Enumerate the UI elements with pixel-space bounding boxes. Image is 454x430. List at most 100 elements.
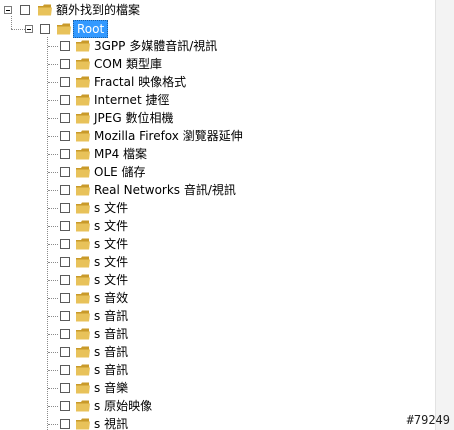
node-checkbox[interactable] bbox=[60, 221, 70, 231]
node-checkbox[interactable] bbox=[60, 131, 70, 141]
folder-icon bbox=[76, 364, 90, 376]
watermark: #79249 bbox=[406, 413, 450, 427]
node-checkbox[interactable] bbox=[60, 401, 70, 411]
tree-node-item[interactable]: s 文件 bbox=[0, 235, 420, 253]
tree-node-item[interactable]: 3GPP 多媒體音訊/視訊 bbox=[0, 37, 420, 55]
node-label: Mozilla Firefox 瀏覽器延伸 bbox=[94, 129, 243, 143]
node-checkbox[interactable] bbox=[60, 185, 70, 195]
node-label: s 文件 bbox=[94, 255, 129, 269]
tree-node-item[interactable]: s 音訊 bbox=[0, 325, 420, 343]
tree-node-item[interactable]: s 音效 bbox=[0, 289, 420, 307]
node-label: s 音訊 bbox=[94, 345, 129, 359]
node-checkbox[interactable] bbox=[60, 275, 70, 285]
node-label: Internet 捷徑 bbox=[94, 93, 170, 107]
node-label: s 原始映像 bbox=[94, 399, 153, 413]
node-label: Real Networks 音訊/視訊 bbox=[94, 183, 236, 197]
node-label: s 視訊 bbox=[94, 417, 129, 430]
node-label: COM 類型庫 bbox=[94, 57, 162, 71]
node-checkbox[interactable] bbox=[60, 329, 70, 339]
folder-icon bbox=[76, 274, 90, 286]
folder-icon bbox=[76, 202, 90, 214]
tree-node-item[interactable]: s 音訊 bbox=[0, 343, 420, 361]
node-checkbox[interactable] bbox=[60, 365, 70, 375]
tree-node-item[interactable]: COM 類型庫 bbox=[0, 55, 420, 73]
node-label: s 音樂 bbox=[94, 381, 129, 395]
folder-icon bbox=[76, 94, 90, 106]
node-label: MP4 檔案 bbox=[94, 147, 148, 161]
node-label: OLE 儲存 bbox=[94, 165, 146, 179]
node-checkbox[interactable] bbox=[60, 383, 70, 393]
folder-icon bbox=[76, 382, 90, 394]
node-label: s 文件 bbox=[94, 273, 129, 287]
tree-node-item[interactable]: OLE 儲存 bbox=[0, 163, 420, 181]
node-checkbox[interactable] bbox=[60, 419, 70, 429]
node-checkbox[interactable] bbox=[60, 257, 70, 267]
node-checkbox[interactable] bbox=[60, 41, 70, 51]
folder-icon bbox=[76, 76, 90, 88]
folder-icon bbox=[76, 418, 90, 430]
tree-node-item[interactable]: s 音訊 bbox=[0, 361, 420, 379]
node-checkbox[interactable] bbox=[60, 293, 70, 303]
node-checkbox[interactable] bbox=[60, 77, 70, 87]
node-checkbox[interactable] bbox=[40, 24, 50, 34]
node-checkbox[interactable] bbox=[60, 59, 70, 69]
tree-node-item[interactable]: JPEG 數位相機 bbox=[0, 109, 420, 127]
tree-node-item[interactable]: s 音訊 bbox=[0, 307, 420, 325]
folder-icon bbox=[76, 400, 90, 412]
node-checkbox[interactable] bbox=[60, 167, 70, 177]
vertical-scrollbar[interactable] bbox=[435, 0, 454, 430]
node-label: s 音訊 bbox=[94, 309, 129, 323]
folder-icon bbox=[76, 292, 90, 304]
folder-icon bbox=[76, 148, 90, 160]
folder-icon bbox=[76, 256, 90, 268]
node-checkbox[interactable] bbox=[60, 113, 70, 123]
folder-icon bbox=[76, 166, 90, 178]
node-label: s 音訊 bbox=[94, 327, 129, 341]
folder-icon bbox=[57, 23, 71, 35]
tree-node-item[interactable]: s 文件 bbox=[0, 271, 420, 289]
folder-icon bbox=[76, 238, 90, 250]
folder-icon bbox=[76, 58, 90, 70]
node-checkbox[interactable] bbox=[60, 239, 70, 249]
folder-icon bbox=[76, 130, 90, 142]
folder-icon bbox=[76, 310, 90, 322]
folder-icon bbox=[76, 184, 90, 196]
folder-icon bbox=[76, 40, 90, 52]
node-label: s 音訊 bbox=[94, 363, 129, 377]
node-checkbox[interactable] bbox=[60, 149, 70, 159]
tree-node-item[interactable]: s 視訊 bbox=[0, 415, 420, 430]
folder-icon bbox=[76, 346, 90, 358]
tree-node-extra-files[interactable]: 額外找到的檔案 bbox=[0, 1, 200, 19]
tree-node-item[interactable]: s 文件 bbox=[0, 199, 420, 217]
tree-node-root[interactable]: Root bbox=[0, 20, 200, 38]
collapse-toggle[interactable] bbox=[25, 25, 33, 33]
node-label: Fractal 映像格式 bbox=[94, 75, 187, 89]
node-label: s 音效 bbox=[94, 291, 129, 305]
tree-node-item[interactable]: s 原始映像 bbox=[0, 397, 420, 415]
tree-node-item[interactable]: s 音樂 bbox=[0, 379, 420, 397]
tree-node-item[interactable]: MP4 檔案 bbox=[0, 145, 420, 163]
tree-node-item[interactable]: Fractal 映像格式 bbox=[0, 73, 420, 91]
node-checkbox[interactable] bbox=[20, 5, 30, 15]
tree-node-item[interactable]: s 文件 bbox=[0, 253, 420, 271]
node-checkbox[interactable] bbox=[60, 95, 70, 105]
node-label: Root bbox=[73, 20, 109, 38]
folder-icon bbox=[38, 4, 52, 16]
file-tree: 額外找到的檔案 Root 3GPP 多媒體音訊/視訊 COM 類型庫 Fractal… bbox=[0, 0, 436, 430]
folder-icon bbox=[76, 220, 90, 232]
folder-icon bbox=[76, 112, 90, 124]
tree-node-item[interactable]: s 文件 bbox=[0, 217, 420, 235]
node-label: s 文件 bbox=[94, 219, 129, 233]
node-label: JPEG 數位相機 bbox=[94, 111, 174, 125]
node-label: 3GPP 多媒體音訊/視訊 bbox=[94, 39, 218, 53]
node-label: s 文件 bbox=[94, 201, 129, 215]
node-checkbox[interactable] bbox=[60, 203, 70, 213]
tree-node-item[interactable]: Mozilla Firefox 瀏覽器延伸 bbox=[0, 127, 420, 145]
folder-icon bbox=[76, 328, 90, 340]
tree-node-item[interactable]: Internet 捷徑 bbox=[0, 91, 420, 109]
node-checkbox[interactable] bbox=[60, 311, 70, 321]
collapse-toggle[interactable] bbox=[4, 6, 12, 14]
tree-node-item[interactable]: Real Networks 音訊/視訊 bbox=[0, 181, 420, 199]
node-checkbox[interactable] bbox=[60, 347, 70, 357]
node-label: 額外找到的檔案 bbox=[56, 3, 141, 17]
